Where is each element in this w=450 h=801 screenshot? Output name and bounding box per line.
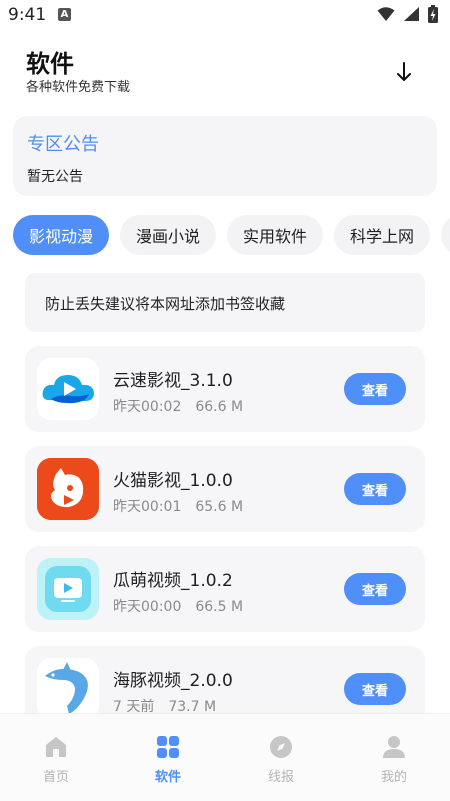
app-card[interactable]: 云速影视_3.1.0 昨天00:02 66.6 M 查看 xyxy=(25,346,425,432)
app-card[interactable]: 火猫影视_1.0.0 昨天00:01 65.6 M 查看 xyxy=(25,446,425,532)
tab-label: 漫画小说 xyxy=(135,227,200,246)
nav-item-mine[interactable]: 我的 xyxy=(338,734,450,794)
tab-label: 影视动漫 xyxy=(28,227,93,246)
category-tabs: 影视动漫 漫画小说 实用软件 科学上网 xyxy=(13,215,450,255)
nav-item-tips[interactable]: 线报 xyxy=(225,734,337,794)
tip-text: 防止丢失建议将本网址添加书签收藏 xyxy=(45,295,286,313)
battery-icon xyxy=(428,5,438,23)
app-card[interactable]: 瓜萌视频_1.0.2 昨天00:00 66.5 M 查看 xyxy=(25,546,425,632)
app-size: 66.6 M xyxy=(195,399,244,415)
bottom-nav: 首页 软件 线报 我的 xyxy=(0,713,450,801)
compass-icon xyxy=(268,734,294,760)
app-meta: 昨天00:00 66.5 M xyxy=(113,596,243,616)
tab-label: 实用软件 xyxy=(242,227,307,246)
view-button[interactable]: 查看 xyxy=(344,473,406,505)
cloud-play-icon xyxy=(37,358,99,420)
notification-icon: A xyxy=(58,8,71,21)
bookmark-tip: 防止丢失建议将本网址添加书签收藏 xyxy=(25,273,425,332)
app-name: 瓜萌视频_1.0.2 xyxy=(113,571,233,591)
app-name: 云速影视_3.1.0 xyxy=(113,371,233,391)
tab-label: 科学上网 xyxy=(349,227,414,246)
nav-label: 软件 xyxy=(154,770,181,785)
tab-ying-shi-dong-man[interactable]: 影视动漫 xyxy=(13,215,109,255)
nav-item-home[interactable]: 首页 xyxy=(0,734,112,794)
wifi-icon xyxy=(377,7,395,21)
download-arrow-icon xyxy=(397,62,411,81)
notice-title: 专区公告 xyxy=(27,134,99,155)
tab-man-hua-xiao-shuo[interactable]: 漫画小说 xyxy=(120,215,216,255)
notice-card: 专区公告 暂无公告 xyxy=(13,116,437,196)
nav-label: 线报 xyxy=(267,770,294,785)
grid-icon xyxy=(155,734,181,760)
status-time: 9:41 xyxy=(8,5,47,25)
app-meta: 昨天00:01 65.6 M xyxy=(113,496,243,516)
view-button[interactable]: 查看 xyxy=(344,373,406,405)
home-icon xyxy=(43,734,69,760)
app-meta: 昨天00:02 66.6 M xyxy=(113,396,243,416)
page-subtitle: 各种软件免费下载 xyxy=(26,80,131,95)
page-title: 软件 xyxy=(26,50,74,78)
tab-shi-yong-ruan-jian[interactable]: 实用软件 xyxy=(227,215,323,255)
nav-label: 首页 xyxy=(42,770,69,785)
nav-item-software[interactable]: 软件 xyxy=(112,734,224,794)
app-name: 火猫影视_1.0.0 xyxy=(113,471,233,491)
app-name: 海豚视频_2.0.0 xyxy=(113,671,233,691)
tv-play-icon xyxy=(37,558,99,620)
notice-text: 暂无公告 xyxy=(27,169,83,185)
app-time: 昨天00:00 xyxy=(113,599,182,615)
app-time: 昨天00:02 xyxy=(113,399,182,415)
app-size: 66.5 M xyxy=(195,599,244,615)
fire-cat-icon xyxy=(37,458,99,520)
signal-icon xyxy=(404,7,419,21)
nav-label: 我的 xyxy=(380,770,407,785)
download-button[interactable] xyxy=(392,60,416,84)
dolphin-icon xyxy=(37,658,99,720)
status-bar: 9:41 A xyxy=(0,0,450,32)
tab-overflow[interactable] xyxy=(441,215,450,255)
tab-ke-xue-shang-wang[interactable]: 科学上网 xyxy=(334,215,430,255)
user-icon xyxy=(381,734,407,760)
status-indicators xyxy=(377,5,438,23)
view-button[interactable]: 查看 xyxy=(344,573,406,605)
app-time: 昨天00:01 xyxy=(113,499,182,515)
page-header: 软件 各种软件免费下载 xyxy=(26,44,426,96)
view-button[interactable]: 查看 xyxy=(344,673,406,705)
app-size: 65.6 M xyxy=(195,499,244,515)
